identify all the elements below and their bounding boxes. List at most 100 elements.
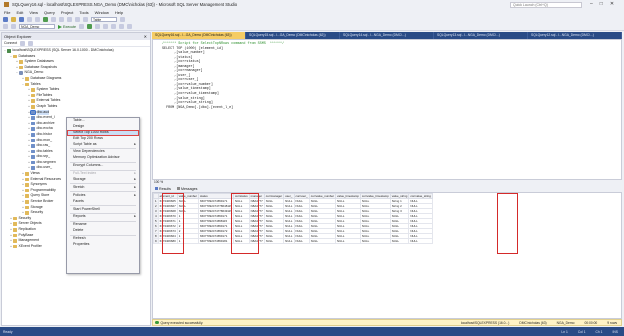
- grid-cell[interactable]: 66077092474778648115: [198, 203, 234, 209]
- connect-icon[interactable]: [3, 24, 8, 29]
- column-header[interactable]: corrvalue_timestamp: [359, 193, 391, 199]
- execute-button[interactable]: Execute: [58, 24, 76, 29]
- grid-cell[interactable]: 6774406672: [157, 223, 178, 229]
- estimated-plan-icon[interactable]: [95, 24, 100, 29]
- stop-icon[interactable]: [79, 24, 84, 29]
- context-menu-item[interactable]: Script Table as ▸: [67, 142, 139, 148]
- results-tab[interactable]: Results: [155, 187, 171, 191]
- query-editor[interactable]: /****** Script for SelectTopNRows comman…: [152, 39, 622, 180]
- document-tab[interactable]: SQLQuery14.sql - l...NGA_Demo (DMC\...): [340, 32, 434, 39]
- close-icon[interactable]: ✕: [610, 1, 614, 7]
- pin-icon[interactable]: ✕: [144, 33, 147, 40]
- context-menu-item[interactable]: Facets: [67, 199, 139, 205]
- menu-file[interactable]: File: [4, 10, 10, 15]
- grid-cell[interactable]: NULL: [283, 203, 295, 209]
- grid-cell[interactable]: NULL: [283, 213, 295, 219]
- context-menu-item[interactable]: Reports ▸: [67, 214, 139, 220]
- document-tab[interactable]: SQLQuery15.sql - l...GA_Demo (DMC\nichol…: [246, 32, 340, 39]
- comment-icon[interactable]: [119, 24, 124, 29]
- menu-help[interactable]: Help: [115, 10, 123, 15]
- grid-cell[interactable]: N8A4777: [248, 213, 265, 219]
- menu-view[interactable]: View: [29, 10, 38, 15]
- column-header[interactable]: corruser_: [293, 193, 310, 199]
- grid-cell[interactable]: NULL: [389, 238, 410, 244]
- table-row[interactable]: 9 6774406680 1 66077092474659181 NULL N8A4777…: [153, 238, 433, 244]
- sql-code[interactable]: /****** Script for SelectTopNRows comman…: [162, 42, 284, 110]
- grid-cell[interactable]: NULL: [232, 238, 250, 244]
- grid-cell[interactable]: NULL: [283, 218, 295, 224]
- messages-tab[interactable]: Messages: [176, 187, 197, 191]
- grid-cell[interactable]: NULL: [283, 233, 295, 239]
- grid-cell[interactable]: N8A4777: [248, 233, 265, 239]
- grid-cell[interactable]: N8A4777: [248, 223, 265, 229]
- results-to-grid-icon[interactable]: [111, 24, 116, 29]
- grid-cell[interactable]: N8A4777: [248, 203, 265, 209]
- grid-cell[interactable]: N8A4777: [248, 198, 265, 204]
- menu-project[interactable]: Project: [61, 10, 73, 15]
- grid-cell[interactable]: NULL: [283, 228, 295, 234]
- menu-query[interactable]: Query: [44, 10, 55, 15]
- column-header[interactable]: corrstatus: [232, 193, 250, 199]
- grid-cell[interactable]: 6774406671: [157, 218, 178, 224]
- column-header[interactable]: corrmanager: [263, 193, 285, 199]
- column-header[interactable]: value_string: [389, 193, 410, 199]
- new-query-icon[interactable]: [3, 17, 8, 22]
- database-dropdown[interactable]: NGA_Demo: [19, 24, 55, 29]
- open-file-icon[interactable]: [11, 17, 16, 22]
- context-menu-item[interactable]: Delete: [67, 228, 139, 234]
- document-tab[interactable]: SQLQuery13.sql - l...NGA_Demo (DMC\...): [434, 32, 528, 39]
- undo-icon[interactable]: [27, 17, 32, 22]
- grid-cell[interactable]: N8A4777: [248, 208, 265, 214]
- filter-icon[interactable]: [20, 40, 26, 46]
- context-menu-item[interactable]: Start PowerShell: [67, 207, 139, 213]
- grid-cell[interactable]: N8A4777: [248, 218, 265, 224]
- column-header[interactable]: value_number: [176, 193, 200, 199]
- code-line[interactable]: FROM [NGA_Demo].[dbo].[event_l_e]: [162, 106, 284, 111]
- indent-icon[interactable]: [127, 24, 132, 29]
- context-menu-item[interactable]: Memory Optimization Advisor: [67, 155, 139, 161]
- grid-cell[interactable]: NULL: [283, 223, 295, 229]
- menu-edit[interactable]: Edit: [16, 10, 23, 15]
- code-line[interactable]: /****** Script for SelectTopNRows comman…: [162, 42, 284, 47]
- dmx-icon[interactable]: [59, 17, 64, 22]
- results-grid[interactable]: element_id value_number status corrstatus ma…: [152, 192, 622, 319]
- copy-icon[interactable]: [75, 17, 80, 22]
- grid-cell[interactable]: NULL: [293, 238, 310, 244]
- grid-cell[interactable]: 66077092474659181: [198, 238, 234, 244]
- grid-cell[interactable]: NULL: [283, 208, 295, 214]
- grid-cell[interactable]: 6774406665: [157, 198, 178, 204]
- grid-cell[interactable]: NULL: [335, 238, 361, 244]
- grid-cell[interactable]: 6774406680: [157, 238, 178, 244]
- column-header[interactable]: corrvalue_string: [408, 193, 433, 199]
- connect-button[interactable]: Connect: [4, 41, 17, 45]
- grid-cell[interactable]: NULL: [408, 238, 433, 244]
- grid-cell[interactable]: 6774406673: [157, 228, 178, 234]
- change-connection-icon[interactable]: [11, 24, 16, 29]
- mdx-icon[interactable]: [51, 17, 56, 22]
- grid-cell[interactable]: N8A4777: [248, 228, 265, 234]
- grid-cell[interactable]: NULL: [263, 238, 285, 244]
- grid-cell[interactable]: 6774406667: [157, 203, 178, 209]
- cut-icon[interactable]: [67, 17, 72, 22]
- context-menu-item[interactable]: Encrypt Columns...: [67, 163, 139, 169]
- object-search-box[interactable]: Table: [91, 17, 117, 22]
- menu-window[interactable]: Window: [95, 10, 109, 15]
- document-tab[interactable]: SQLQuery12.sql - l...NGA_Demo (DMC\...): [528, 32, 622, 39]
- grid-cell[interactable]: NULL: [283, 238, 295, 244]
- search-icon[interactable]: [120, 17, 125, 22]
- grid-cell[interactable]: 1: [176, 238, 200, 244]
- column-header[interactable]: manager: [248, 193, 265, 199]
- column-header[interactable]: corrvalue_number: [308, 193, 337, 199]
- new-query-button[interactable]: [43, 17, 48, 22]
- context-menu-item[interactable]: Properties: [67, 242, 139, 248]
- grid-cell[interactable]: NULL: [359, 238, 391, 244]
- document-tab[interactable]: SQLQuery16.sql - l...GA_Demo (DMC\nichol…: [152, 32, 246, 39]
- column-header[interactable]: value_timestamp: [335, 193, 361, 199]
- grid-cell[interactable]: 6774406668: [157, 208, 178, 214]
- quick-launch-input[interactable]: Quick Launch (Ctrl+Q): [510, 2, 582, 8]
- menu-tools[interactable]: Tools: [79, 10, 88, 15]
- context-menu-item[interactable]: Storage ▸: [67, 177, 139, 183]
- grid-cell[interactable]: 6774406664: [157, 233, 178, 239]
- grid-cell[interactable]: NULL: [283, 198, 295, 204]
- minimize-icon[interactable]: –: [590, 1, 593, 7]
